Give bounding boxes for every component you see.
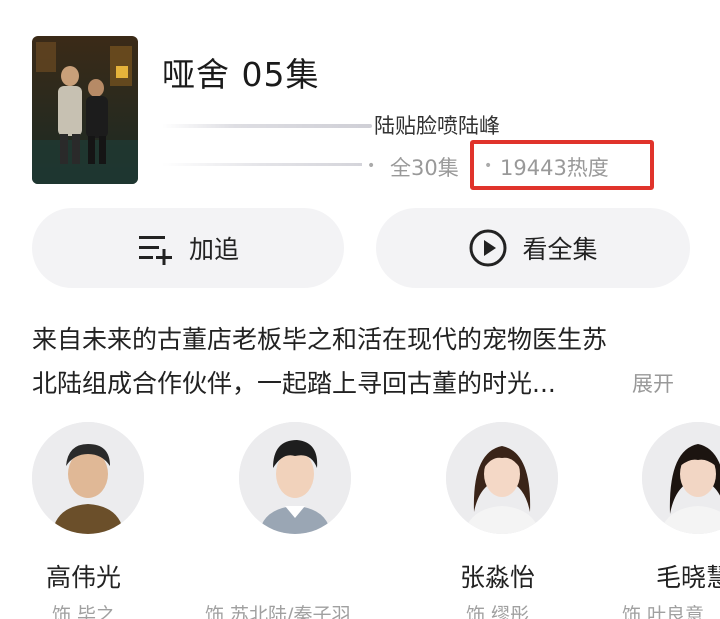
follow-button[interactable]: 加追: [32, 208, 344, 288]
cast-role: 饰 叶良意: [622, 604, 705, 619]
episode-count: 全30集: [390, 156, 459, 180]
add-list-icon: [137, 231, 175, 265]
separator-dot: •: [367, 158, 376, 174]
avatar: [642, 422, 720, 534]
heat-count: 19443热度: [500, 156, 609, 180]
cast-member[interactable]: 高伟光 饰 毕之: [32, 422, 144, 619]
avatar: [446, 422, 558, 534]
show-description: 来自未来的古董店老板毕之和活在现代的宠物医生苏 北陆组成合作伙伴，一起踏上寻回古…: [32, 318, 692, 406]
play-icon: [468, 228, 508, 268]
description-line: 来自未来的古董店老板毕之和活在现代的宠物医生苏: [32, 325, 608, 354]
separator-dot: •: [484, 158, 493, 174]
cast-role: 饰 毕之: [52, 604, 116, 619]
cast-member[interactable]: 张淼怡 饰 缪彤: [446, 422, 558, 619]
episode-subtitle: 陆贴脸喷陆峰: [374, 114, 500, 138]
cast-member[interactable]: 毛晓慧 饰 叶良意: [622, 422, 720, 619]
cast-role: 饰 苏北陆/秦子羽: [205, 604, 351, 619]
watch-all-button[interactable]: 看全集: [376, 208, 690, 288]
redacted-text: [162, 124, 372, 128]
avatar: [239, 422, 351, 534]
avatar: [32, 422, 144, 534]
redacted-text: [162, 163, 362, 166]
cast-name: 毛晓慧: [656, 563, 720, 592]
description-line: 北陆组成合作伙伴，一起踏上寻回古董的时光...: [32, 369, 556, 398]
cast-name: 高伟光: [46, 563, 122, 592]
expand-link[interactable]: 展开: [632, 362, 674, 406]
meta-row: • 全30集 • 19443热度: [162, 140, 662, 190]
cast-member[interactable]: 饰 苏北陆/秦子羽: [205, 422, 351, 619]
cast-name: 张淼怡: [460, 563, 536, 592]
watch-all-label: 看全集: [522, 235, 598, 264]
show-title: 哑舍 05集: [162, 55, 320, 94]
follow-label: 加追: [188, 235, 239, 264]
poster-image[interactable]: [32, 36, 138, 184]
subtitle-row: 陆贴脸喷陆峰: [162, 110, 542, 140]
cast-role: 饰 缪彤: [466, 604, 530, 619]
